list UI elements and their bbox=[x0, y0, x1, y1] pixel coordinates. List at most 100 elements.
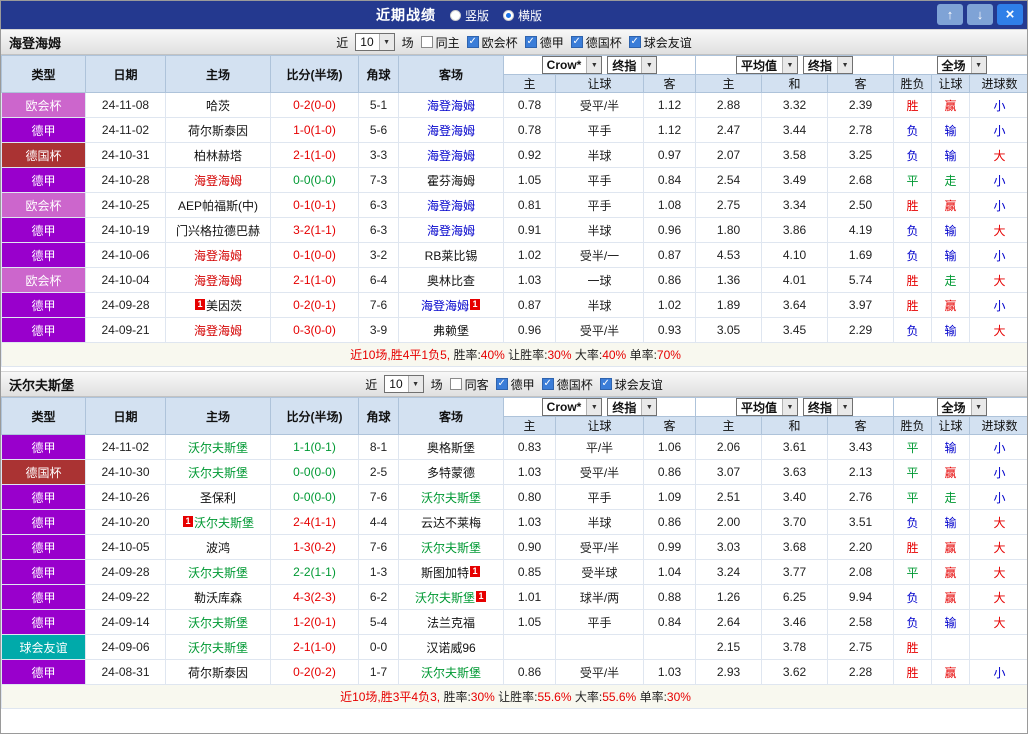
scope-select[interactable]: 全场 ▼ bbox=[936, 56, 987, 74]
cell-result-wdl: 负 bbox=[893, 117, 933, 143]
cell-eu-draw: 3.61 bbox=[761, 434, 829, 460]
odds-stage-select-value: 终指 bbox=[612, 58, 637, 73]
eu-source-select[interactable]: 平均值 ▼ bbox=[736, 56, 799, 74]
cell-result-handicap: 走 bbox=[931, 484, 971, 510]
cell-type: 欧会杯 bbox=[1, 92, 86, 118]
recent-results-window: 近期战绩 竖版 横版 ↑ ↓ × 海登海姆近 10 ▼ 场同主 ✓ 欧会杯 ✓ 德甲 ✓ 德国杯 ✓… bbox=[0, 0, 1028, 734]
cell-home-team: 海登海姆 bbox=[165, 317, 271, 343]
league-filter-checkbox[interactable]: ✓ 德国杯 bbox=[570, 34, 622, 51]
cell-type: 德甲 bbox=[1, 509, 86, 535]
cell-home-team: 海登海姆 bbox=[165, 267, 271, 293]
cell-home-team: 海登海姆 bbox=[165, 167, 271, 193]
cell-score: 2-2(1-1) bbox=[270, 559, 359, 585]
move-down-button[interactable]: ↓ bbox=[967, 4, 993, 25]
team-section: 海登海姆近 10 ▼ 场同主 ✓ 欧会杯 ✓ 德甲 ✓ 德国杯 ✓ 球会友谊 类型 日期 主场 比分(半场) 角… bbox=[1, 29, 1027, 367]
cell-result-wdl: 负 bbox=[893, 242, 933, 268]
window-title: 近期战绩 bbox=[375, 7, 436, 23]
sub-column-header: 进球数 bbox=[969, 416, 1027, 435]
summary-segment: 55.6% bbox=[537, 690, 572, 704]
layout-radio-horizontal[interactable]: 横版 bbox=[503, 7, 542, 24]
summary-segment: 30% bbox=[547, 348, 572, 362]
cell-result-goals: 小 bbox=[969, 659, 1027, 685]
team-name: RB莱比锡 bbox=[424, 248, 478, 263]
move-up-button[interactable]: ↑ bbox=[937, 4, 963, 25]
eu-source-select[interactable]: 平均值 ▼ bbox=[736, 398, 799, 416]
cell-result-wdl: 胜 bbox=[893, 534, 933, 560]
column-header: 主场 bbox=[165, 55, 271, 93]
cell-result-handicap: 赢 bbox=[931, 659, 971, 685]
recent-count-select[interactable]: 10 ▼ bbox=[384, 375, 424, 393]
europe-odds-group: 平均值 ▼ 终指 ▼ bbox=[695, 397, 895, 417]
same-venue-checkbox[interactable]: 同客 bbox=[449, 376, 489, 393]
league-filter-checkbox[interactable]: ✓ 德国杯 bbox=[541, 376, 593, 393]
column-header: 日期 bbox=[85, 397, 166, 435]
cell-away-team: 海登海姆 bbox=[398, 92, 504, 118]
table-row: 德甲 24-09-28 沃尔夫斯堡 2-2(1-1) 1-3 斯图加特 1 0.85 受半球 1.… bbox=[1, 559, 1027, 585]
cell-away-team: 沃尔夫斯堡 bbox=[398, 659, 504, 685]
cell-date: 24-10-06 bbox=[85, 242, 166, 268]
sub-column-header: 主 bbox=[503, 74, 556, 93]
column-header: 客场 bbox=[398, 397, 504, 435]
cell-ah-away: 0.96 bbox=[642, 217, 697, 243]
results-table: 类型 日期 主场 比分(半场) 角球 客场 Crow* ▼ 终指 ▼ 平均值 ▼ 终指 ▼ 全场 ▼ 主让球客主… bbox=[1, 397, 1027, 709]
column-header: 日期 bbox=[85, 55, 166, 93]
layout-radio-vertical[interactable]: 竖版 bbox=[449, 7, 489, 24]
cell-home-team: AEP帕福斯(中) bbox=[165, 192, 271, 218]
cell-ah-home: 0.90 bbox=[503, 534, 556, 560]
team-name: 沃尔夫斯堡 bbox=[187, 565, 248, 580]
cell-type: 德甲 bbox=[1, 117, 86, 143]
chevron-down-icon: ▼ bbox=[970, 57, 986, 73]
cell-eu-away: 1.69 bbox=[827, 242, 895, 268]
same-venue-checkbox[interactable]: 同主 bbox=[420, 34, 460, 51]
team-name: 柏林赫塔 bbox=[193, 148, 242, 163]
cell-away-team: 海登海姆 bbox=[398, 217, 504, 243]
cell-eu-draw: 4.01 bbox=[761, 267, 829, 293]
cell-home-team: 门兴格拉德巴赫 bbox=[165, 217, 271, 243]
odds-source-select[interactable]: Crow* ▼ bbox=[541, 56, 603, 74]
odds-source-select[interactable]: Crow* ▼ bbox=[541, 398, 603, 416]
recent-count-select-value: 10 bbox=[360, 35, 374, 49]
recent-count-select[interactable]: 10 ▼ bbox=[355, 33, 395, 51]
sub-column-header: 让球 bbox=[931, 416, 971, 435]
close-button[interactable]: × bbox=[997, 4, 1023, 25]
cell-type: 德国杯 bbox=[1, 459, 86, 485]
cell-result-handicap: 输 bbox=[931, 217, 971, 243]
league-filter-checkbox[interactable]: ✓ 德甲 bbox=[524, 34, 564, 51]
league-filter-checkbox[interactable]: ✓ 球会友谊 bbox=[599, 376, 663, 393]
cell-result-wdl: 胜 bbox=[893, 267, 933, 293]
table-row: 德甲 24-10-19 门兴格拉德巴赫 3-2(1-1) 6-3 海登海姆 0.91 半球 0.… bbox=[1, 217, 1027, 243]
cell-corners: 5-1 bbox=[358, 92, 399, 118]
cell-score: 0-3(0-0) bbox=[270, 317, 359, 343]
column-header: 角球 bbox=[358, 397, 399, 435]
odds-stage-select[interactable]: 终指 ▼ bbox=[607, 398, 658, 416]
cell-eu-draw: 3.32 bbox=[761, 92, 829, 118]
cell-home-team: 1 沃尔夫斯堡 bbox=[165, 509, 271, 535]
cell-ah-line: 受平/半 bbox=[555, 459, 644, 485]
odds-stage-select[interactable]: 终指 ▼ bbox=[607, 56, 658, 74]
cell-ah-home: 1.03 bbox=[503, 459, 556, 485]
matches-label: 场 bbox=[430, 377, 443, 392]
league-filter-checkbox[interactable]: ✓ 欧会杯 bbox=[466, 34, 518, 51]
cell-eu-home: 1.36 bbox=[695, 267, 763, 293]
team-name: 斯图加特 bbox=[420, 565, 469, 580]
eu-stage-select[interactable]: 终指 ▼ bbox=[803, 56, 854, 74]
cell-corners: 7-3 bbox=[358, 167, 399, 193]
column-header: 比分(半场) bbox=[270, 55, 359, 93]
table-row: 德甲 24-10-26 圣保利 0-0(0-0) 7-6 沃尔夫斯堡 0.80 平手 1.09 2… bbox=[1, 484, 1027, 510]
scope-select[interactable]: 全场 ▼ bbox=[936, 398, 987, 416]
cell-score: 1-2(0-1) bbox=[270, 609, 359, 635]
cell-date: 24-11-08 bbox=[85, 92, 166, 118]
cell-ah-away: 1.12 bbox=[642, 117, 697, 143]
cell-ah-away: 0.88 bbox=[642, 584, 697, 610]
cell-ah-away: 1.12 bbox=[642, 92, 697, 118]
red-card-badge: 1 bbox=[470, 565, 480, 577]
table-row: 德甲 24-09-28 1 美因茨 0-2(0-1) 7-6 海登海姆 1 0.87 半球 1.02… bbox=[1, 292, 1027, 318]
league-filter-checkbox[interactable]: ✓ 球会友谊 bbox=[628, 34, 692, 51]
team-name: 奥格斯堡 bbox=[426, 440, 475, 455]
eu-stage-select[interactable]: 终指 ▼ bbox=[803, 398, 854, 416]
cell-ah-away: 1.08 bbox=[642, 192, 697, 218]
cell-eu-draw: 3.58 bbox=[761, 142, 829, 168]
team-name: 海登海姆 bbox=[426, 223, 475, 238]
league-filter-checkbox[interactable]: ✓ 德甲 bbox=[495, 376, 535, 393]
cell-home-team: 海登海姆 bbox=[165, 242, 271, 268]
